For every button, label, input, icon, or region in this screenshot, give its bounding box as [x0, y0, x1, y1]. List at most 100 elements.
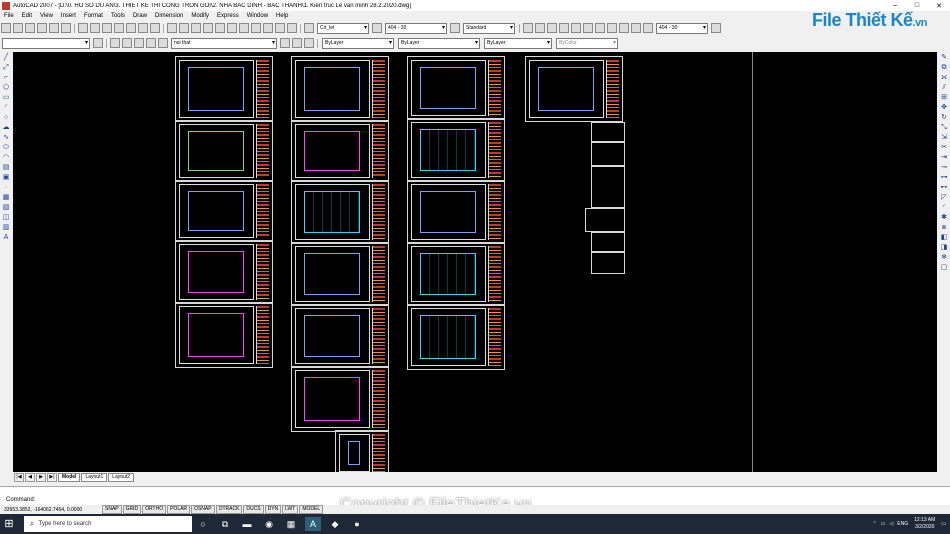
drawing-sheet[interactable]: [525, 56, 623, 122]
properties-icon[interactable]: [215, 23, 225, 33]
zoom-window-icon[interactable]: [191, 23, 201, 33]
extend-icon[interactable]: ⇥: [940, 154, 948, 162]
copy-object-icon[interactable]: ⧉: [940, 64, 948, 72]
express-icon[interactable]: [559, 23, 569, 33]
workspace-settings-icon[interactable]: [93, 38, 103, 48]
design-center-icon[interactable]: [227, 23, 237, 33]
lwt-toggle[interactable]: LWT: [282, 505, 299, 514]
text-style-icon[interactable]: [304, 23, 314, 33]
linetype-select[interactable]: ByLayer: [398, 37, 480, 49]
region-icon[interactable]: ◫: [2, 214, 10, 222]
drawing-sheet[interactable]: [291, 120, 389, 182]
polyline-icon[interactable]: ⌐: [2, 74, 10, 82]
menu-tools[interactable]: Tools: [107, 13, 129, 19]
plot-style-select[interactable]: ByColor: [556, 37, 618, 49]
mirror-icon[interactable]: ⟗: [940, 74, 948, 82]
zalo-icon[interactable]: ●: [349, 517, 365, 531]
workspace-select[interactable]: [2, 37, 90, 49]
grid-toggle[interactable]: GRID: [122, 505, 142, 514]
plot-preview-icon[interactable]: [49, 23, 59, 33]
multileader-style-select[interactable]: 404 - 30: [656, 22, 708, 34]
app-icon[interactable]: ◆: [327, 517, 343, 531]
drawing-canvas[interactable]: [13, 52, 937, 472]
scale-icon[interactable]: ⤡: [940, 124, 948, 132]
block-editor-icon[interactable]: [126, 23, 136, 33]
drawing-sheet[interactable]: [291, 242, 389, 306]
drawing-sheet[interactable]: [335, 430, 389, 472]
express-icon[interactable]: [595, 23, 605, 33]
dim-style-select[interactable]: 404 - 30: [385, 22, 447, 34]
layer-manager-icon[interactable]: [110, 38, 120, 48]
move-icon[interactable]: ✥: [940, 104, 948, 112]
menu-file[interactable]: File: [0, 13, 18, 19]
make-block-icon[interactable]: ▣: [2, 174, 10, 182]
close-button[interactable]: ✕: [928, 0, 950, 11]
new-file-icon[interactable]: [1, 23, 11, 33]
drawing-sheet[interactable]: [407, 180, 505, 244]
menu-modify[interactable]: Modify: [187, 13, 213, 19]
drawing-sheet[interactable]: [291, 304, 389, 368]
autocad-app-icon[interactable]: [2, 1, 10, 10]
autocad-taskbar-icon[interactable]: A: [305, 517, 321, 531]
cortana-icon[interactable]: ○: [195, 517, 211, 531]
trim-icon[interactable]: ✂: [940, 144, 948, 152]
language-indicator[interactable]: ENG: [897, 521, 908, 527]
layer-states-icon[interactable]: [304, 38, 314, 48]
light-bulb-icon[interactable]: [122, 38, 132, 48]
undo-icon[interactable]: [138, 23, 148, 33]
next-tab-arrow-icon[interactable]: ▶: [36, 472, 46, 482]
break-icon[interactable]: ⊶: [940, 174, 948, 182]
detail-sheet[interactable]: [591, 252, 625, 274]
spline-icon[interactable]: ∿: [2, 134, 10, 142]
hatch-icon[interactable]: ▦: [2, 194, 10, 202]
menu-help[interactable]: Help: [272, 13, 292, 19]
layer-off-icon[interactable]: ◨: [940, 244, 948, 252]
paste-icon[interactable]: [102, 23, 112, 33]
plot-icon[interactable]: [37, 23, 47, 33]
redo-icon[interactable]: [150, 23, 160, 33]
circle-icon[interactable]: ○: [2, 114, 10, 122]
copy-icon[interactable]: [90, 23, 100, 33]
zoom-realtime-icon[interactable]: [179, 23, 189, 33]
layer-previous-icon[interactable]: [292, 38, 302, 48]
taskbar-search-box[interactable]: ⌕ Type here to search: [24, 516, 192, 532]
dim-style-icon[interactable]: [372, 23, 382, 33]
express-icon[interactable]: [607, 23, 617, 33]
detail-sheet[interactable]: [591, 142, 625, 166]
stretch-icon[interactable]: ⇲: [940, 134, 948, 142]
drawing-sheet[interactable]: [291, 180, 389, 244]
detail-sheet[interactable]: [591, 166, 625, 208]
layer-lock-icon[interactable]: ▢: [940, 264, 948, 272]
menu-insert[interactable]: Insert: [57, 13, 80, 19]
gradient-icon[interactable]: ▧: [2, 204, 10, 212]
notification-icon[interactable]: ▭: [941, 521, 946, 527]
clock[interactable]: 12:13 AM 3/2/2020: [914, 517, 935, 531]
excel-icon[interactable]: ▦: [283, 517, 299, 531]
drawing-sheet[interactable]: [291, 56, 389, 122]
express-icon[interactable]: [571, 23, 581, 33]
explode-icon[interactable]: ✱: [940, 214, 948, 222]
express-icon[interactable]: [619, 23, 629, 33]
volume-icon[interactable]: ◁: [889, 521, 893, 527]
first-tab-arrow-icon[interactable]: |◀: [14, 472, 24, 482]
table-style-icon[interactable]: [450, 23, 460, 33]
task-view-icon[interactable]: ⧉: [217, 517, 233, 531]
tab-layout1[interactable]: Layout1: [81, 472, 108, 482]
drawing-sheet[interactable]: [175, 120, 273, 182]
ortho-toggle[interactable]: ORTHO: [142, 505, 167, 514]
color-select[interactable]: ByLayer: [322, 37, 394, 49]
network-icon[interactable]: ▭: [881, 521, 886, 527]
chamfer-icon[interactable]: ◸: [940, 194, 948, 202]
detail-sheet[interactable]: [591, 122, 625, 142]
drawing-sheet[interactable]: [175, 302, 273, 368]
polar-toggle[interactable]: POLAR: [167, 505, 191, 514]
menu-view[interactable]: View: [36, 13, 57, 19]
table-icon[interactable]: ▥: [2, 224, 10, 232]
express-icon[interactable]: [643, 23, 653, 33]
otrack-toggle[interactable]: OTRACK: [215, 505, 243, 514]
menu-format[interactable]: Format: [80, 13, 107, 19]
break-at-point-icon[interactable]: ⊸: [940, 164, 948, 172]
open-file-icon[interactable]: [13, 23, 23, 33]
ellipse-icon[interactable]: ⬭: [2, 144, 10, 152]
file-explorer-icon[interactable]: ▬: [239, 517, 255, 531]
